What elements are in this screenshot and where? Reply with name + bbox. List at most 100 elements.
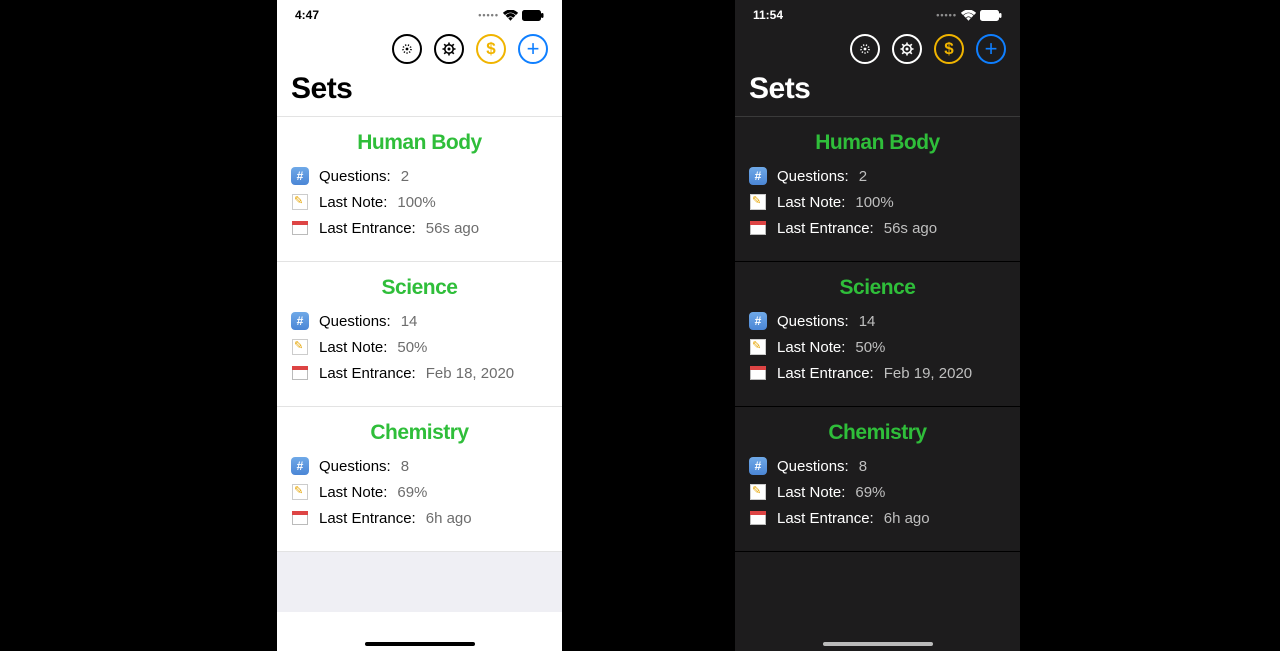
questions-label: Questions:	[319, 458, 391, 475]
add-set-button[interactable]: +	[976, 34, 1006, 64]
lastentrance-value: Feb 19, 2020	[884, 365, 972, 382]
hash-icon: #	[291, 457, 309, 475]
hash-icon: #	[749, 457, 767, 475]
hint-button[interactable]	[392, 34, 422, 64]
lastnote-label: Last Note:	[777, 339, 845, 356]
set-title: Human Body	[291, 131, 548, 155]
lastnote-value: 69%	[397, 484, 427, 501]
purchase-button[interactable]: $	[476, 34, 506, 64]
settings-button[interactable]	[892, 34, 922, 64]
lastnote-value: 50%	[855, 339, 885, 356]
note-icon	[749, 193, 767, 211]
lastentrance-label: Last Entrance:	[319, 510, 416, 527]
set-lastentrance-row: Last Entrance: 56s ago	[749, 219, 1006, 237]
lastnote-label: Last Note:	[777, 484, 845, 501]
lightbulb-icon	[857, 41, 873, 57]
set-title: Science	[749, 276, 1006, 300]
set-lastnote-row: Last Note: 50%	[291, 338, 548, 356]
battery-icon	[522, 10, 544, 21]
calendar-icon	[749, 509, 767, 527]
lastentrance-label: Last Entrance:	[777, 510, 874, 527]
sets-list[interactable]: Human Body # Questions: 2 Last Note: 100…	[735, 116, 1020, 651]
lightbulb-icon	[399, 41, 415, 57]
phone-dark: 11:54 •••••	[735, 0, 1020, 651]
calendar-icon	[749, 364, 767, 382]
set-title: Science	[291, 276, 548, 300]
dollar-icon: $	[486, 39, 495, 59]
lastentrance-label: Last Entrance:	[777, 365, 874, 382]
dollar-icon: $	[944, 39, 953, 59]
set-lastnote-row: Last Note: 100%	[749, 193, 1006, 211]
set-card[interactable]: Human Body # Questions: 2 Last Note: 100…	[277, 117, 562, 262]
set-lastnote-row: Last Note: 50%	[749, 338, 1006, 356]
gear-icon	[441, 41, 457, 57]
set-card[interactable]: Science # Questions: 14 Last Note: 50% L…	[735, 262, 1020, 407]
set-title: Human Body	[749, 131, 1006, 155]
set-questions-row: # Questions: 8	[749, 457, 1006, 475]
set-card[interactable]: Chemistry # Questions: 8 Last Note: 69% …	[735, 407, 1020, 552]
list-footer-gap	[277, 552, 562, 612]
settings-button[interactable]	[434, 34, 464, 64]
set-lastnote-row: Last Note: 69%	[291, 483, 548, 501]
lastentrance-value: 56s ago	[884, 220, 937, 237]
lastentrance-label: Last Entrance:	[319, 220, 416, 237]
status-bar: 4:47 •••••	[277, 0, 562, 30]
set-lastentrance-row: Last Entrance: 56s ago	[291, 219, 548, 237]
set-questions-row: # Questions: 2	[749, 167, 1006, 185]
hash-icon: #	[749, 167, 767, 185]
status-time: 11:54	[753, 8, 783, 22]
set-lastentrance-row: Last Entrance: Feb 18, 2020	[291, 364, 548, 382]
lastnote-label: Last Note:	[319, 484, 387, 501]
questions-value: 2	[401, 168, 409, 185]
purchase-button[interactable]: $	[934, 34, 964, 64]
lastnote-label: Last Note:	[777, 194, 845, 211]
toolbar: $ +	[735, 30, 1020, 72]
plus-icon: +	[527, 38, 540, 60]
note-icon	[291, 338, 309, 356]
lastnote-value: 100%	[855, 194, 893, 211]
home-indicator[interactable]	[365, 642, 475, 646]
set-questions-row: # Questions: 2	[291, 167, 548, 185]
set-title: Chemistry	[749, 421, 1006, 445]
status-right: •••••	[936, 10, 1002, 21]
set-questions-row: # Questions: 8	[291, 457, 548, 475]
calendar-icon	[291, 364, 309, 382]
questions-value: 14	[401, 313, 418, 330]
sets-list[interactable]: Human Body # Questions: 2 Last Note: 100…	[277, 116, 562, 651]
lastnote-value: 100%	[397, 194, 435, 211]
status-bar: 11:54 •••••	[735, 0, 1020, 30]
add-set-button[interactable]: +	[518, 34, 548, 64]
page-title: Sets	[277, 72, 562, 116]
phone-light: 4:47 •••••	[277, 0, 562, 651]
status-time: 4:47	[295, 8, 319, 22]
questions-value: 2	[859, 168, 867, 185]
set-card[interactable]: Human Body # Questions: 2 Last Note: 100…	[735, 117, 1020, 262]
wifi-icon	[961, 10, 976, 21]
cellular-dots-icon: •••••	[478, 10, 499, 20]
lastentrance-value: 6h ago	[426, 510, 472, 527]
note-icon	[749, 483, 767, 501]
lastnote-label: Last Note:	[319, 339, 387, 356]
battery-icon	[980, 10, 1002, 21]
questions-label: Questions:	[319, 168, 391, 185]
set-card[interactable]: Chemistry # Questions: 8 Last Note: 69% …	[277, 407, 562, 552]
note-icon	[749, 338, 767, 356]
hash-icon: #	[749, 312, 767, 330]
note-icon	[291, 193, 309, 211]
set-questions-row: # Questions: 14	[749, 312, 1006, 330]
questions-value: 8	[859, 458, 867, 475]
note-icon	[291, 483, 309, 501]
questions-label: Questions:	[777, 313, 849, 330]
hash-icon: #	[291, 312, 309, 330]
questions-value: 8	[401, 458, 409, 475]
questions-label: Questions:	[777, 458, 849, 475]
set-card[interactable]: Science # Questions: 14 Last Note: 50% L…	[277, 262, 562, 407]
cellular-dots-icon: •••••	[936, 10, 957, 20]
lastentrance-value: 56s ago	[426, 220, 479, 237]
hint-button[interactable]	[850, 34, 880, 64]
status-right: •••••	[478, 10, 544, 21]
questions-value: 14	[859, 313, 876, 330]
home-indicator[interactable]	[823, 642, 933, 646]
hash-icon: #	[291, 167, 309, 185]
calendar-icon	[291, 509, 309, 527]
